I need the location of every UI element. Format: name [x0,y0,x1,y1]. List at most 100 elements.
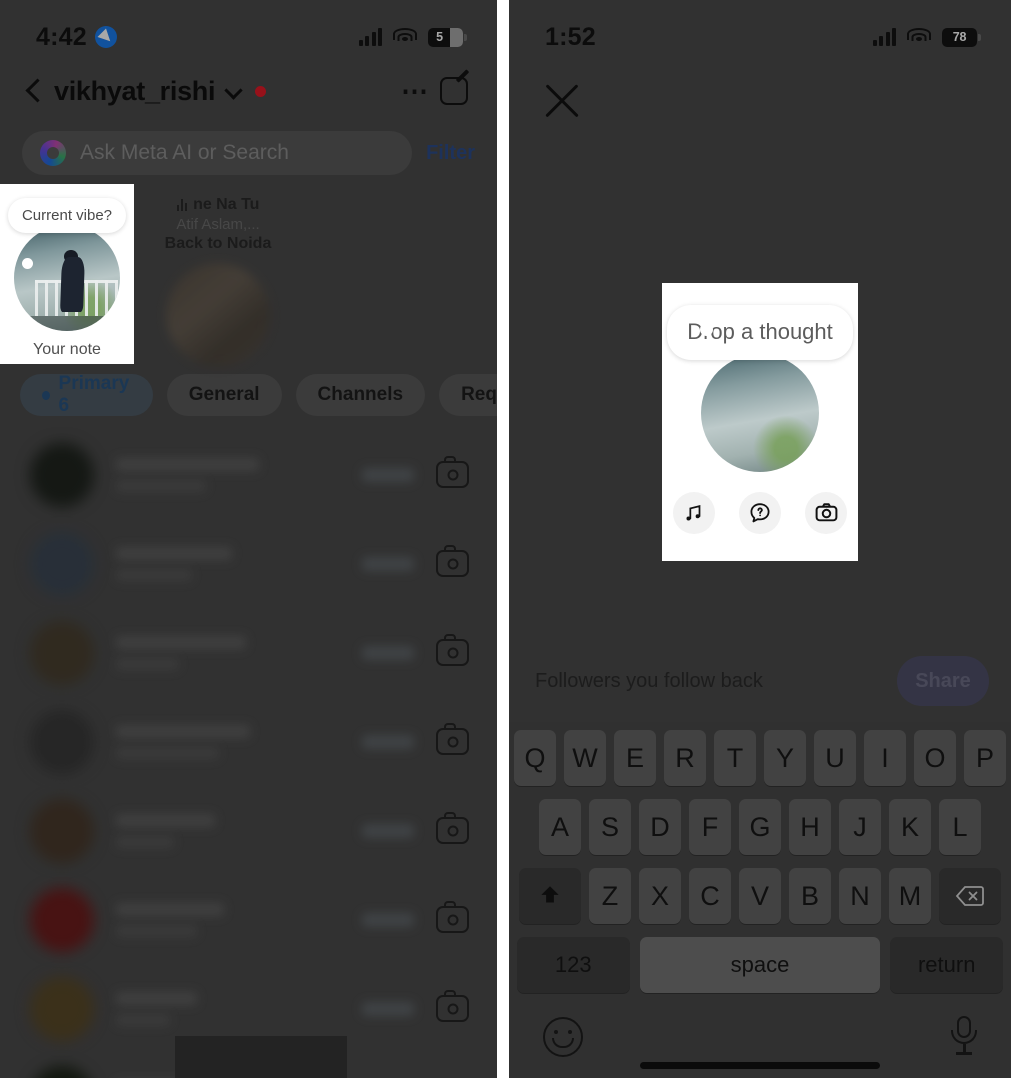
onscreen-keyboard[interactable]: Q W E R T Y U I O P A S D F G H J K L Z … [509,722,1011,1078]
your-note-card[interactable]: Current vibe? Your note [0,184,134,364]
key-r[interactable]: R [664,730,706,786]
key-m[interactable]: M [889,868,931,924]
table-row[interactable] [0,786,497,875]
tab-channels[interactable]: Channels [295,374,426,416]
key-l[interactable]: L [939,799,981,855]
compose-icon[interactable] [439,69,470,106]
table-row[interactable] [0,430,497,519]
backspace-icon[interactable] [939,868,1001,924]
cellular-bars-icon [358,28,382,46]
status-bar-left: 1:52 [545,23,596,52]
chevron-down-icon[interactable] [225,83,241,99]
friend-note-card[interactable]: ne Na Tu Atif Aslam,... Back to Noida [158,184,278,367]
emoji-smiley-icon[interactable] [543,1017,583,1057]
space-key[interactable]: space [639,937,881,993]
avatar [30,976,94,1041]
key-y[interactable]: Y [764,730,806,786]
key-o[interactable]: O [914,730,956,786]
avatar [30,798,94,863]
tab-general-label: General [188,384,260,405]
tab-requests[interactable]: Requests [439,374,497,416]
row-text [116,813,340,848]
battery-level: 5 [436,30,443,44]
key-z[interactable]: Z [589,868,631,924]
note-composer-card[interactable]: Drop a thought [662,283,858,561]
note-prompt-bubble[interactable]: Drop a thought [667,305,853,360]
audience-label[interactable]: Followers you follow back [535,670,763,693]
row-timestamp [362,467,414,482]
status-time: 1:52 [545,22,596,51]
shift-arrow-icon[interactable] [519,868,581,924]
key-e[interactable]: E [614,730,656,786]
key-k[interactable]: K [889,799,931,855]
search-placeholder: Ask Meta AI or Search [80,141,289,164]
camera-icon[interactable] [436,990,469,1022]
key-g[interactable]: G [739,799,781,855]
table-row[interactable] [0,608,497,697]
microphone-icon[interactable] [951,1016,977,1058]
numbers-key[interactable]: 123 [517,937,630,993]
table-row[interactable] [0,697,497,786]
key-x[interactable]: X [639,868,681,924]
keyboard-bottom-bar [509,1006,1011,1058]
key-t[interactable]: T [714,730,756,786]
key-s[interactable]: S [589,799,631,855]
audience-row: Followers you follow back Share [509,652,1011,710]
key-n[interactable]: N [839,868,881,924]
battery-icon: 5 [428,27,467,47]
key-a[interactable]: A [539,799,581,855]
keyboard-row-1: Q W E R T Y U I O P [509,730,1011,786]
tab-general[interactable]: General [166,374,282,416]
key-f[interactable]: F [689,799,731,855]
table-row[interactable] [0,875,497,964]
location-arrow-icon [94,26,117,48]
key-q[interactable]: Q [514,730,556,786]
key-i[interactable]: I [864,730,906,786]
key-h[interactable]: H [789,799,831,855]
camera-icon[interactable] [805,491,847,534]
account-username[interactable]: vikhyat_rishi [54,76,215,107]
key-w[interactable]: W [564,730,606,786]
key-u[interactable]: U [814,730,856,786]
key-v[interactable]: V [739,868,781,924]
screenshot-root: 4:42 5 vikhyat_rishi ⋯ Ask Meta AI or Se… [0,0,1011,1078]
chevron-left-icon[interactable] [22,80,44,102]
key-p[interactable]: P [964,730,1006,786]
row-timestamp [362,645,414,660]
filter-button[interactable]: Filter [426,142,475,165]
key-b[interactable]: B [789,868,831,924]
row-timestamp [362,823,414,838]
camera-icon[interactable] [436,901,469,933]
key-d[interactable]: D [639,799,681,855]
camera-icon[interactable] [436,456,469,488]
row-text [116,635,340,670]
camera-icon[interactable] [436,545,469,577]
conversation-list[interactable] [0,430,497,1078]
key-c[interactable]: C [689,868,731,924]
tab-requests-label: Requests [461,384,497,405]
note-music-artist: Atif Aslam,... [176,216,260,233]
camera-icon[interactable] [436,634,469,666]
key-j[interactable]: J [839,799,881,855]
table-row[interactable] [0,519,497,608]
camera-icon[interactable] [436,723,469,755]
music-note-icon[interactable] [673,491,715,534]
battery-level: 78 [952,30,967,44]
inbox-tabs: Primary 6 General Channels Requests [0,364,497,430]
row-text [116,724,340,759]
tab-channels-label: Channels [317,384,404,405]
left-status-bar: 4:42 5 [0,0,497,60]
return-key[interactable]: return [890,937,1003,993]
tab-primary[interactable]: Primary 6 [20,373,153,416]
search-input[interactable]: Ask Meta AI or Search [22,131,413,175]
close-icon[interactable] [539,78,585,124]
keyboard-row-4: 123 space return [509,937,1011,993]
camera-icon[interactable] [436,812,469,844]
row-timestamp [362,556,414,571]
friend-avatar-photo [166,263,270,367]
row-text [116,546,340,581]
ellipsis-icon[interactable]: ⋯ [401,77,429,104]
prompt-question-icon[interactable] [739,491,781,534]
share-button[interactable]: Share [897,656,989,706]
avatar [30,1065,94,1078]
